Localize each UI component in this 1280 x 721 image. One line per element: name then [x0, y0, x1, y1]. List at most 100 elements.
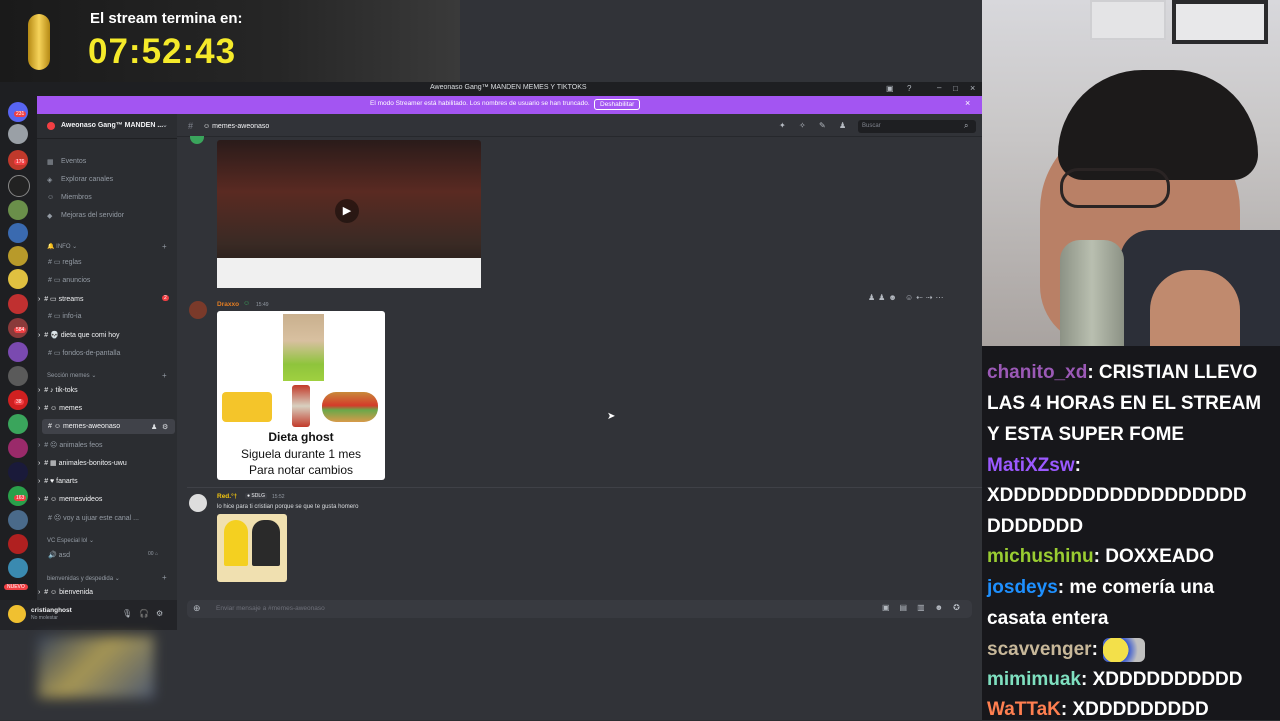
- server-icon[interactable]: [8, 462, 28, 482]
- channel-item[interactable]: › # ☺ memesvideos: [38, 496, 102, 503]
- settings-icon[interactable]: ⚙: [156, 609, 163, 618]
- server-icon[interactable]: [8, 223, 28, 243]
- channel-name: memes-aweonaso: [62, 423, 121, 430]
- message-actions-toolbar[interactable]: ♟♟☻ ☺⇠⇢⋯: [868, 293, 947, 302]
- chat-text: LAS 4 HORAS EN EL STREAM: [987, 393, 1262, 414]
- message-time: 15:52: [272, 494, 285, 500]
- avatar[interactable]: [189, 301, 207, 319]
- meme-caption-title: Dieta ghost: [268, 430, 334, 444]
- message-author[interactable]: Red.°†: [217, 493, 237, 500]
- composer-tools[interactable]: ▣▤▥☻✪: [882, 603, 970, 612]
- coin-icon: [28, 14, 50, 70]
- message-author[interactable]: Draxxo: [217, 301, 239, 308]
- nav-server-boosts[interactable]: Mejoras del servidor: [61, 212, 124, 219]
- user-avatar[interactable]: [8, 605, 26, 623]
- mic-icon[interactable]: 🎙: [122, 609, 132, 618]
- nav-events[interactable]: Eventos: [61, 158, 86, 165]
- homer-figure: [224, 520, 248, 566]
- microphone: [1060, 240, 1124, 346]
- channel-item[interactable]: # ▭ reglas: [48, 258, 81, 266]
- notification-bell-icon[interactable]: ✧: [799, 121, 806, 130]
- wall-frame: [1172, 0, 1268, 44]
- members-list-icon[interactable]: ♟: [839, 121, 846, 130]
- meme-caption-line: Siguela durante 1 mes: [240, 447, 362, 461]
- help-icon[interactable]: ?: [907, 84, 911, 93]
- mention-badge: 176: [14, 159, 27, 165]
- gear-icon[interactable]: ⚙: [162, 423, 168, 431]
- channel-item[interactable]: › # ☺ memes: [38, 405, 82, 412]
- inbox-icon[interactable]: ▣: [886, 84, 894, 93]
- channel-item[interactable]: › # ♥ fanarts: [38, 478, 78, 485]
- headphones-icon[interactable]: 🎧: [139, 609, 149, 618]
- category-memes[interactable]: Sección memes ⌄: [47, 372, 96, 379]
- server-icon[interactable]: [8, 366, 28, 386]
- channel-item[interactable]: # ▭ info-ia: [48, 312, 81, 320]
- category-voice[interactable]: VC Especial lol ⌄: [47, 537, 94, 544]
- server-icon[interactable]: [8, 558, 28, 578]
- chevron-down-icon[interactable]: ⌄: [162, 121, 168, 129]
- threads-icon[interactable]: ✦: [779, 121, 786, 130]
- add-attachment-icon[interactable]: ⊕: [193, 603, 201, 614]
- streamer-glasses: [1060, 168, 1170, 208]
- category-label: bienvenidas y despedida: [47, 576, 114, 582]
- chat-message-cont: Y ESTA SUPER FOME: [987, 424, 1184, 446]
- add-channel-icon[interactable]: +: [162, 242, 167, 251]
- boost-icon: ◆: [47, 213, 53, 220]
- channel-item[interactable]: # ▭ anuncios: [48, 276, 90, 284]
- server-icon[interactable]: [8, 414, 28, 434]
- minimize-icon[interactable]: –: [937, 83, 941, 92]
- server-icon[interactable]: [8, 200, 28, 220]
- channel-item-active[interactable]: # ☺ memes-aweonaso: [48, 423, 120, 430]
- invite-icon[interactable]: ♟: [151, 423, 157, 431]
- server-icon[interactable]: [8, 246, 28, 266]
- chat-username: josdeys: [987, 577, 1058, 598]
- channel-name: animales-bonitos-uwu: [58, 460, 127, 467]
- avatar[interactable]: [189, 494, 207, 512]
- server-icon[interactable]: [8, 269, 28, 289]
- channel-item[interactable]: › # ☹ animales feos: [38, 441, 103, 449]
- banner-close-icon[interactable]: ×: [965, 98, 970, 108]
- chat-username: MatiXZsw: [987, 455, 1075, 476]
- chat-username: mimimuak: [987, 669, 1081, 690]
- disable-streamer-button[interactable]: Deshabilitar: [594, 99, 641, 110]
- chat-message-cont: XDDDDDDDDDDDDDDDDDD: [987, 485, 1247, 507]
- server-icon[interactable]: [8, 342, 28, 362]
- channel-item[interactable]: › # ☺ bienvenida: [38, 589, 93, 596]
- username: cristianghost: [31, 607, 72, 614]
- server-icon[interactable]: [8, 124, 28, 144]
- maximize-icon[interactable]: □: [953, 84, 958, 93]
- search-icon: ⌕: [964, 121, 969, 130]
- nav-members[interactable]: Miembros: [61, 194, 92, 201]
- play-icon[interactable]: ▶: [335, 199, 359, 223]
- add-channel-icon[interactable]: +: [162, 573, 167, 582]
- add-channel-icon[interactable]: +: [162, 371, 167, 380]
- category-label: VC Especial lol: [47, 538, 88, 544]
- channel-item[interactable]: › # ▦ animales-bonitos-uwu: [38, 459, 127, 467]
- unread-badge: 2: [162, 295, 169, 301]
- server-icon[interactable]: [8, 510, 28, 530]
- channel-name: dieta que comi hoy: [60, 332, 120, 339]
- message-text: lo hice para ti cristian porque se que t…: [217, 504, 359, 510]
- category-welcome[interactable]: bienvenidas y despedida ⌄: [47, 575, 120, 582]
- server-icon[interactable]: [8, 534, 28, 554]
- cristian-figure: [252, 520, 280, 566]
- server-name[interactable]: Aweonaso Gang™ MANDEN ...: [61, 122, 163, 129]
- nav-browse-channels[interactable]: Explorar canales: [61, 176, 113, 183]
- server-icon[interactable]: [8, 438, 28, 458]
- channel-item[interactable]: › # ♪ tik-toks: [38, 387, 78, 394]
- channel-title-text: memes-aweonaso: [212, 123, 270, 130]
- category-info[interactable]: 🔔 INFO ⌄: [47, 243, 77, 250]
- channel-item[interactable]: # ▭ fondos-de-pantalla: [48, 349, 120, 357]
- channel-item[interactable]: › # ▭ streams: [38, 295, 84, 303]
- channel-item[interactable]: › # 💀 dieta que comi hoy: [38, 331, 120, 339]
- close-window-icon[interactable]: ×: [970, 83, 975, 93]
- events-icon: ▦: [47, 159, 54, 166]
- voice-channel-item[interactable]: 🔊 asd: [48, 551, 70, 559]
- channel-name: bienvenida: [59, 589, 94, 596]
- server-icon[interactable]: [8, 294, 28, 314]
- server-icon[interactable]: [8, 175, 30, 197]
- clan-tag: ● SDLG: [245, 493, 268, 499]
- mouse-cursor: ➤: [607, 411, 616, 422]
- channel-item[interactable]: # ☹ voy a ujuar este canal ...: [48, 514, 139, 522]
- pin-icon[interactable]: ✎: [819, 121, 826, 130]
